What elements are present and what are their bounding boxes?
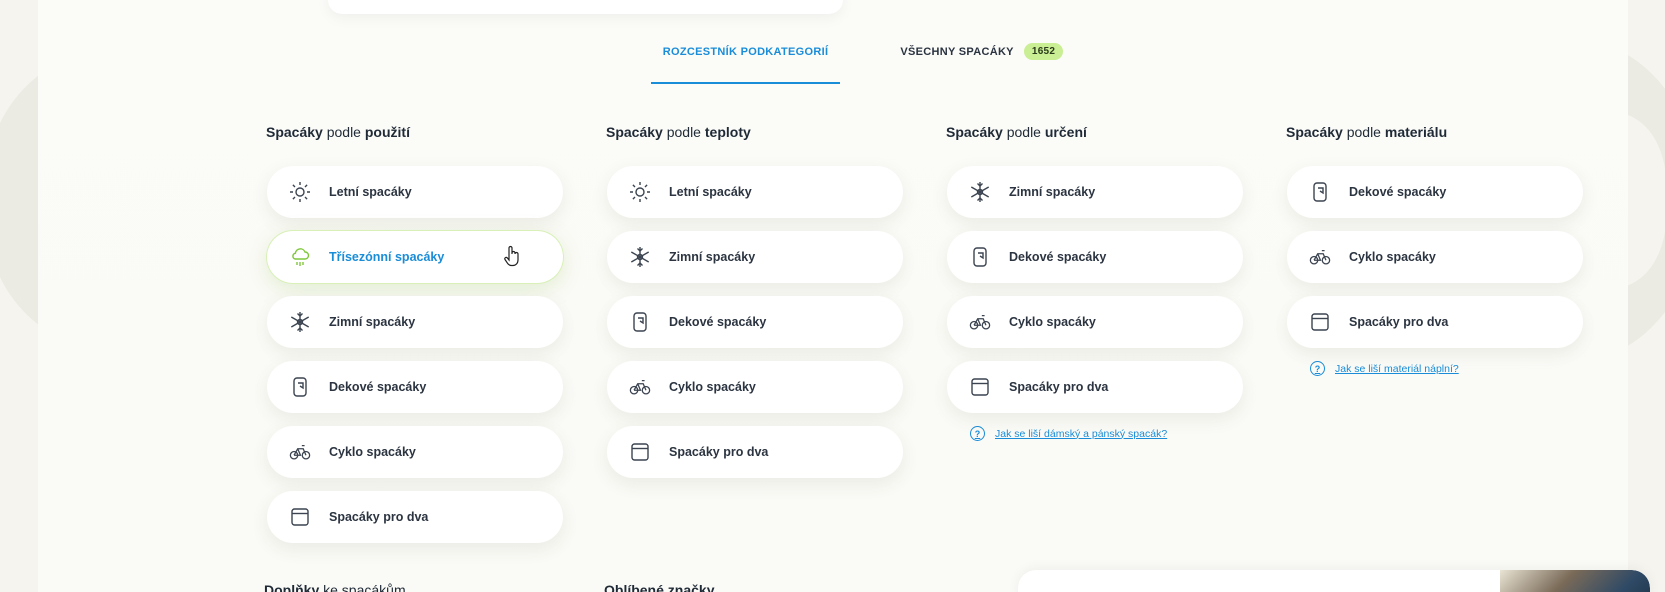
double-bag-icon (969, 376, 991, 398)
snowflake-icon (969, 181, 991, 203)
subcategory-link[interactable]: Spacáky pro dva (607, 426, 903, 478)
subcategory-label: Zimní spacáky (1009, 185, 1096, 199)
subcategory-label: Spacáky pro dva (329, 510, 429, 524)
column-heading: Spacáky podle použití (266, 124, 410, 140)
subcategory-label: Zimní spacáky (329, 315, 416, 329)
subcategory-link[interactable]: Dekové spacáky (1287, 166, 1583, 218)
column-heading: Spacáky podle určení (946, 124, 1087, 140)
subcategory-link[interactable]: Spacáky pro dva (267, 491, 563, 543)
sun-icon (629, 181, 651, 203)
double-bag-icon (1309, 311, 1331, 333)
hand-pointer-icon (503, 245, 521, 267)
subcategory-label: Cyklo spacáky (329, 445, 416, 459)
question-icon: ? (970, 426, 985, 441)
help-link[interactable]: ? Jak se liší dámský a pánský spacák? (970, 426, 1242, 441)
category-tabs: ROZCESTNÍK PODKATEGORIÍ VŠECHNY SPACÁKY … (38, 38, 1628, 84)
bicycle-icon (289, 441, 311, 463)
subcategory-column-určení: Spacáky podle určení Zimní spacáky Dekové … (944, 124, 1243, 556)
blanket-bag-icon (1309, 181, 1331, 203)
subcategory-link[interactable]: Spacáky pro dva (1287, 296, 1583, 348)
bicycle-icon (969, 311, 991, 333)
subcategory-label: Cyklo spacáky (1009, 315, 1096, 329)
column-heading: Spacáky podle teploty (606, 124, 751, 140)
subcategory-label: Spacáky pro dva (1009, 380, 1109, 394)
subcategory-link[interactable]: Dekové spacáky (267, 361, 563, 413)
subcategory-label: Dekové spacáky (669, 315, 767, 329)
subcategory-link[interactable]: Cyklo spacáky (267, 426, 563, 478)
subcategory-link[interactable]: Cyklo spacáky (607, 361, 903, 413)
subcategory-label: Dekové spacáky (1009, 250, 1107, 264)
bicycle-icon (1309, 246, 1331, 268)
blanket-bag-icon (289, 376, 311, 398)
popular-brands-heading: Oblíbené značky (604, 582, 715, 592)
subcategory-link[interactable]: Dekové spacáky (947, 231, 1243, 283)
subcategory-label: Cyklo spacáky (1349, 250, 1436, 264)
subcategory-column-teploty: Spacáky podle teploty Letní spacáky Zimní … (604, 124, 903, 556)
subcategory-label: Spacáky pro dva (1349, 315, 1449, 329)
subcategory-label: Zimní spacáky (669, 250, 756, 264)
double-bag-icon (289, 506, 311, 528)
subcategory-column-materiálu: Spacáky podle materiálu Dekové spacáky Cyk… (1284, 124, 1583, 556)
subcategory-column-použití: Spacáky podle použití Letní spacáky Třísez… (264, 124, 563, 556)
subcategory-link[interactable]: Letní spacáky (267, 166, 563, 218)
subcategory-link[interactable]: Dekové spacáky (607, 296, 903, 348)
help-link-label: Jak se liší materiál náplní? (1335, 362, 1459, 375)
subcategory-label: Letní spacáky (329, 185, 412, 199)
subcategory-link[interactable]: Zimní spacáky (947, 166, 1243, 218)
help-link[interactable]: ? Jak se liší materiál náplní? (1310, 361, 1582, 376)
snowflake-icon (629, 246, 651, 268)
subcategory-label: Třísezónní spacáky (329, 250, 445, 264)
subcategory-link[interactable]: Třísezónní spacáky (267, 231, 563, 283)
subcategory-columns: Spacáky podle použití Letní spacáky Třísez… (264, 124, 1583, 556)
subcategory-label: Cyklo spacáky (669, 380, 756, 394)
question-icon: ? (1310, 361, 1325, 376)
accessories-heading: Doplňky ke spacákům (264, 582, 406, 592)
column-heading: Spacáky podle materiálu (1286, 124, 1448, 140)
subcategory-link[interactable]: Zimní spacáky (607, 231, 903, 283)
search-bar[interactable] (328, 0, 843, 14)
help-link-label: Jak se liší dámský a pánský spacák? (995, 427, 1168, 440)
subcategory-link[interactable]: Cyklo spacáky (947, 296, 1243, 348)
category-panel: ROZCESTNÍK PODKATEGORIÍ VŠECHNY SPACÁKY … (38, 0, 1650, 592)
double-bag-icon (629, 441, 651, 463)
tab-label: VŠECHNY SPACÁKY (900, 46, 1014, 58)
blanket-bag-icon (969, 246, 991, 268)
subcategory-link[interactable]: Cyklo spacáky (1287, 231, 1583, 283)
bicycle-icon (629, 376, 651, 398)
subcategory-link[interactable]: Zimní spacáky (267, 296, 563, 348)
count-badge: 1652 (1023, 43, 1064, 60)
tab-all-sleeping-bags[interactable]: VŠECHNY SPACÁKY 1652 (888, 38, 1075, 84)
snowflake-icon (289, 311, 311, 333)
subcategory-link[interactable]: Letní spacáky (607, 166, 903, 218)
subcategory-label: Spacáky pro dva (669, 445, 769, 459)
subcategory-label: Letní spacáky (669, 185, 752, 199)
subcategory-label: Dekové spacáky (1349, 185, 1447, 199)
promo-banner[interactable] (1018, 570, 1650, 592)
tab-subcategory-guide[interactable]: ROZCESTNÍK PODKATEGORIÍ (650, 38, 841, 84)
subcategory-link[interactable]: Spacáky pro dva (947, 361, 1243, 413)
sun-icon (289, 181, 311, 203)
subcategory-label: Dekové spacáky (329, 380, 427, 394)
tab-label: ROZCESTNÍK PODKATEGORIÍ (662, 46, 829, 58)
blanket-bag-icon (629, 311, 651, 333)
promo-photo (1500, 570, 1650, 592)
cloud-rain-icon (289, 246, 311, 268)
